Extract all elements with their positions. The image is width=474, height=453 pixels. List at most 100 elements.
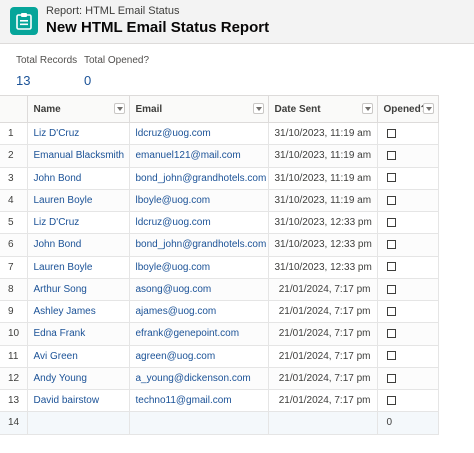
opened-checkbox [386, 173, 396, 183]
report-icon [10, 7, 38, 35]
row-number: 7 [0, 255, 28, 279]
name-cell[interactable]: John Bond [26, 233, 130, 257]
opened-cell [376, 121, 439, 146]
row-number: 3 [0, 166, 28, 190]
row-number: 10 [0, 322, 28, 346]
table-row: 8 Arthur Song asong@uog.com 21/01/2024, 7:1… [0, 277, 439, 302]
table-header-row: Name Email Date Sent Opened? [0, 95, 439, 123]
table-row: 5 Liz D'Cruz ldcruz@uog.com 31/10/2023, 12:… [0, 210, 439, 235]
row-number: 8 [0, 277, 28, 302]
email-cell[interactable]: ajames@uog.com [128, 299, 269, 324]
name-cell[interactable]: Liz D'Cruz [26, 210, 130, 235]
opened-checkbox [386, 306, 396, 316]
opened-total-cell: 0 [376, 411, 439, 435]
name-cell[interactable]: Andy Young [26, 366, 130, 391]
opened-checkbox [386, 262, 396, 272]
date-sent-cell: 31/10/2023, 11:19 am [267, 121, 378, 146]
opened-cell [376, 299, 439, 324]
row-number: 12 [0, 366, 28, 391]
opened-checkbox [386, 128, 396, 138]
email-cell[interactable]: bond_john@grandhotels.com [128, 233, 269, 257]
column-menu-icon[interactable] [361, 103, 373, 114]
table-row: 1 Liz D'Cruz ldcruz@uog.com 31/10/2023, 11:… [0, 121, 439, 146]
name-cell[interactable]: John Bond [26, 166, 130, 190]
name-cell[interactable]: Edna Frank [26, 322, 130, 346]
date-sent-cell: 21/01/2024, 7:17 pm [267, 344, 378, 368]
column-header-label: Email [135, 103, 163, 115]
table-row: 3 John Bond bond_john@grandhotels.com 31/10… [0, 166, 439, 190]
report-header: Report: HTML Email Status New HTML Email… [0, 0, 474, 44]
email-cell[interactable]: emanuel121@mail.com [128, 144, 269, 168]
opened-cell [376, 255, 439, 279]
column-menu-icon[interactable] [252, 103, 264, 114]
name-cell[interactable]: Lauren Boyle [26, 255, 130, 279]
opened-cell [376, 166, 439, 190]
opened-cell [376, 233, 439, 257]
row-number: 4 [0, 188, 28, 213]
column-header-label: Date Sent [274, 103, 321, 115]
row-number: 13 [0, 388, 28, 413]
grand-total-row: 14 0 [0, 411, 439, 435]
email-cell[interactable]: techno11@gmail.com [128, 388, 269, 413]
opened-checkbox [386, 217, 396, 227]
email-cell[interactable]: efrank@genepoint.com [128, 322, 269, 346]
column-header-email[interactable]: Email [128, 95, 269, 123]
email-cell[interactable]: lboyle@uog.com [128, 255, 269, 279]
column-header-date-sent[interactable]: Date Sent [267, 95, 378, 123]
row-number-header [0, 95, 28, 123]
opened-cell [376, 188, 439, 213]
opened-cell [376, 366, 439, 391]
date-sent-cell: 21/01/2024, 7:17 pm [267, 322, 378, 346]
date-sent-cell: 31/10/2023, 11:19 am [267, 188, 378, 213]
opened-checkbox [386, 240, 396, 250]
row-number: 1 [0, 121, 28, 146]
summary-value: 13 [16, 73, 31, 88]
table-row: 12 Andy Young a_young@dickenson.com 21/01/2… [0, 366, 439, 391]
email-cell[interactable]: a_young@dickenson.com [128, 366, 269, 391]
email-cell[interactable]: lboyle@uog.com [128, 188, 269, 213]
name-cell[interactable]: Lauren Boyle [26, 188, 130, 213]
date-sent-cell: 21/01/2024, 7:17 pm [267, 277, 378, 302]
opened-cell [376, 210, 439, 235]
email-cell[interactable]: ldcruz@uog.com [128, 121, 269, 146]
table-row: 4 Lauren Boyle lboyle@uog.com 31/10/2023, 1… [0, 188, 439, 213]
name-cell[interactable]: David bairstow [26, 388, 130, 413]
row-number: 2 [0, 144, 28, 168]
name-cell[interactable]: Emanual Blacksmith [26, 144, 130, 168]
opened-cell [376, 277, 439, 302]
empty-cell [267, 411, 378, 435]
report-table: Name Email Date Sent Opened? 1 Liz D'Cruz… [0, 95, 439, 435]
date-sent-cell: 31/10/2023, 12:33 pm [267, 233, 378, 257]
column-menu-icon[interactable] [113, 103, 125, 114]
row-number: 11 [0, 344, 28, 368]
name-cell[interactable]: Arthur Song [26, 277, 130, 302]
email-cell[interactable]: agreen@uog.com [128, 344, 269, 368]
table-row: 11 Avi Green agreen@uog.com 21/01/2024, 7:1… [0, 344, 439, 368]
email-cell[interactable]: bond_john@grandhotels.com [128, 166, 269, 190]
date-sent-cell: 31/10/2023, 11:19 am [267, 166, 378, 190]
date-sent-cell: 31/10/2023, 11:19 am [267, 144, 378, 168]
total-opened-summary: Total Opened? 0 [84, 55, 149, 88]
table-body: 1 Liz D'Cruz ldcruz@uog.com 31/10/2023, 11:… [0, 121, 439, 435]
date-sent-cell: 21/01/2024, 7:17 pm [267, 388, 378, 413]
column-menu-icon[interactable] [422, 103, 434, 114]
page-title: New HTML Email Status Report [46, 19, 270, 36]
column-header-name[interactable]: Name [26, 95, 130, 123]
name-cell[interactable]: Avi Green [26, 344, 130, 368]
row-number: 6 [0, 233, 28, 257]
name-cell[interactable]: Ashley James [26, 299, 130, 324]
total-records-summary: Total Records 13 [16, 55, 77, 88]
name-cell[interactable]: Liz D'Cruz [26, 121, 130, 146]
table-row: 2 Emanual Blacksmith emanuel121@mail.com 31… [0, 144, 439, 168]
row-number: 5 [0, 210, 28, 235]
summary-value: 0 [84, 73, 92, 88]
date-sent-cell: 21/01/2024, 7:17 pm [267, 299, 378, 324]
table-row: 7 Lauren Boyle lboyle@uog.com 31/10/2023, 1… [0, 255, 439, 279]
column-header-opened[interactable]: Opened? [376, 95, 439, 123]
email-cell[interactable]: ldcruz@uog.com [128, 210, 269, 235]
date-sent-cell: 21/01/2024, 7:17 pm [267, 366, 378, 391]
table-row: 9 Ashley James ajames@uog.com 21/01/2024, 7… [0, 299, 439, 324]
column-header-label: Name [33, 103, 61, 115]
summary-bar: Total Records 13 Total Opened? 0 [0, 44, 474, 92]
email-cell[interactable]: asong@uog.com [128, 277, 269, 302]
